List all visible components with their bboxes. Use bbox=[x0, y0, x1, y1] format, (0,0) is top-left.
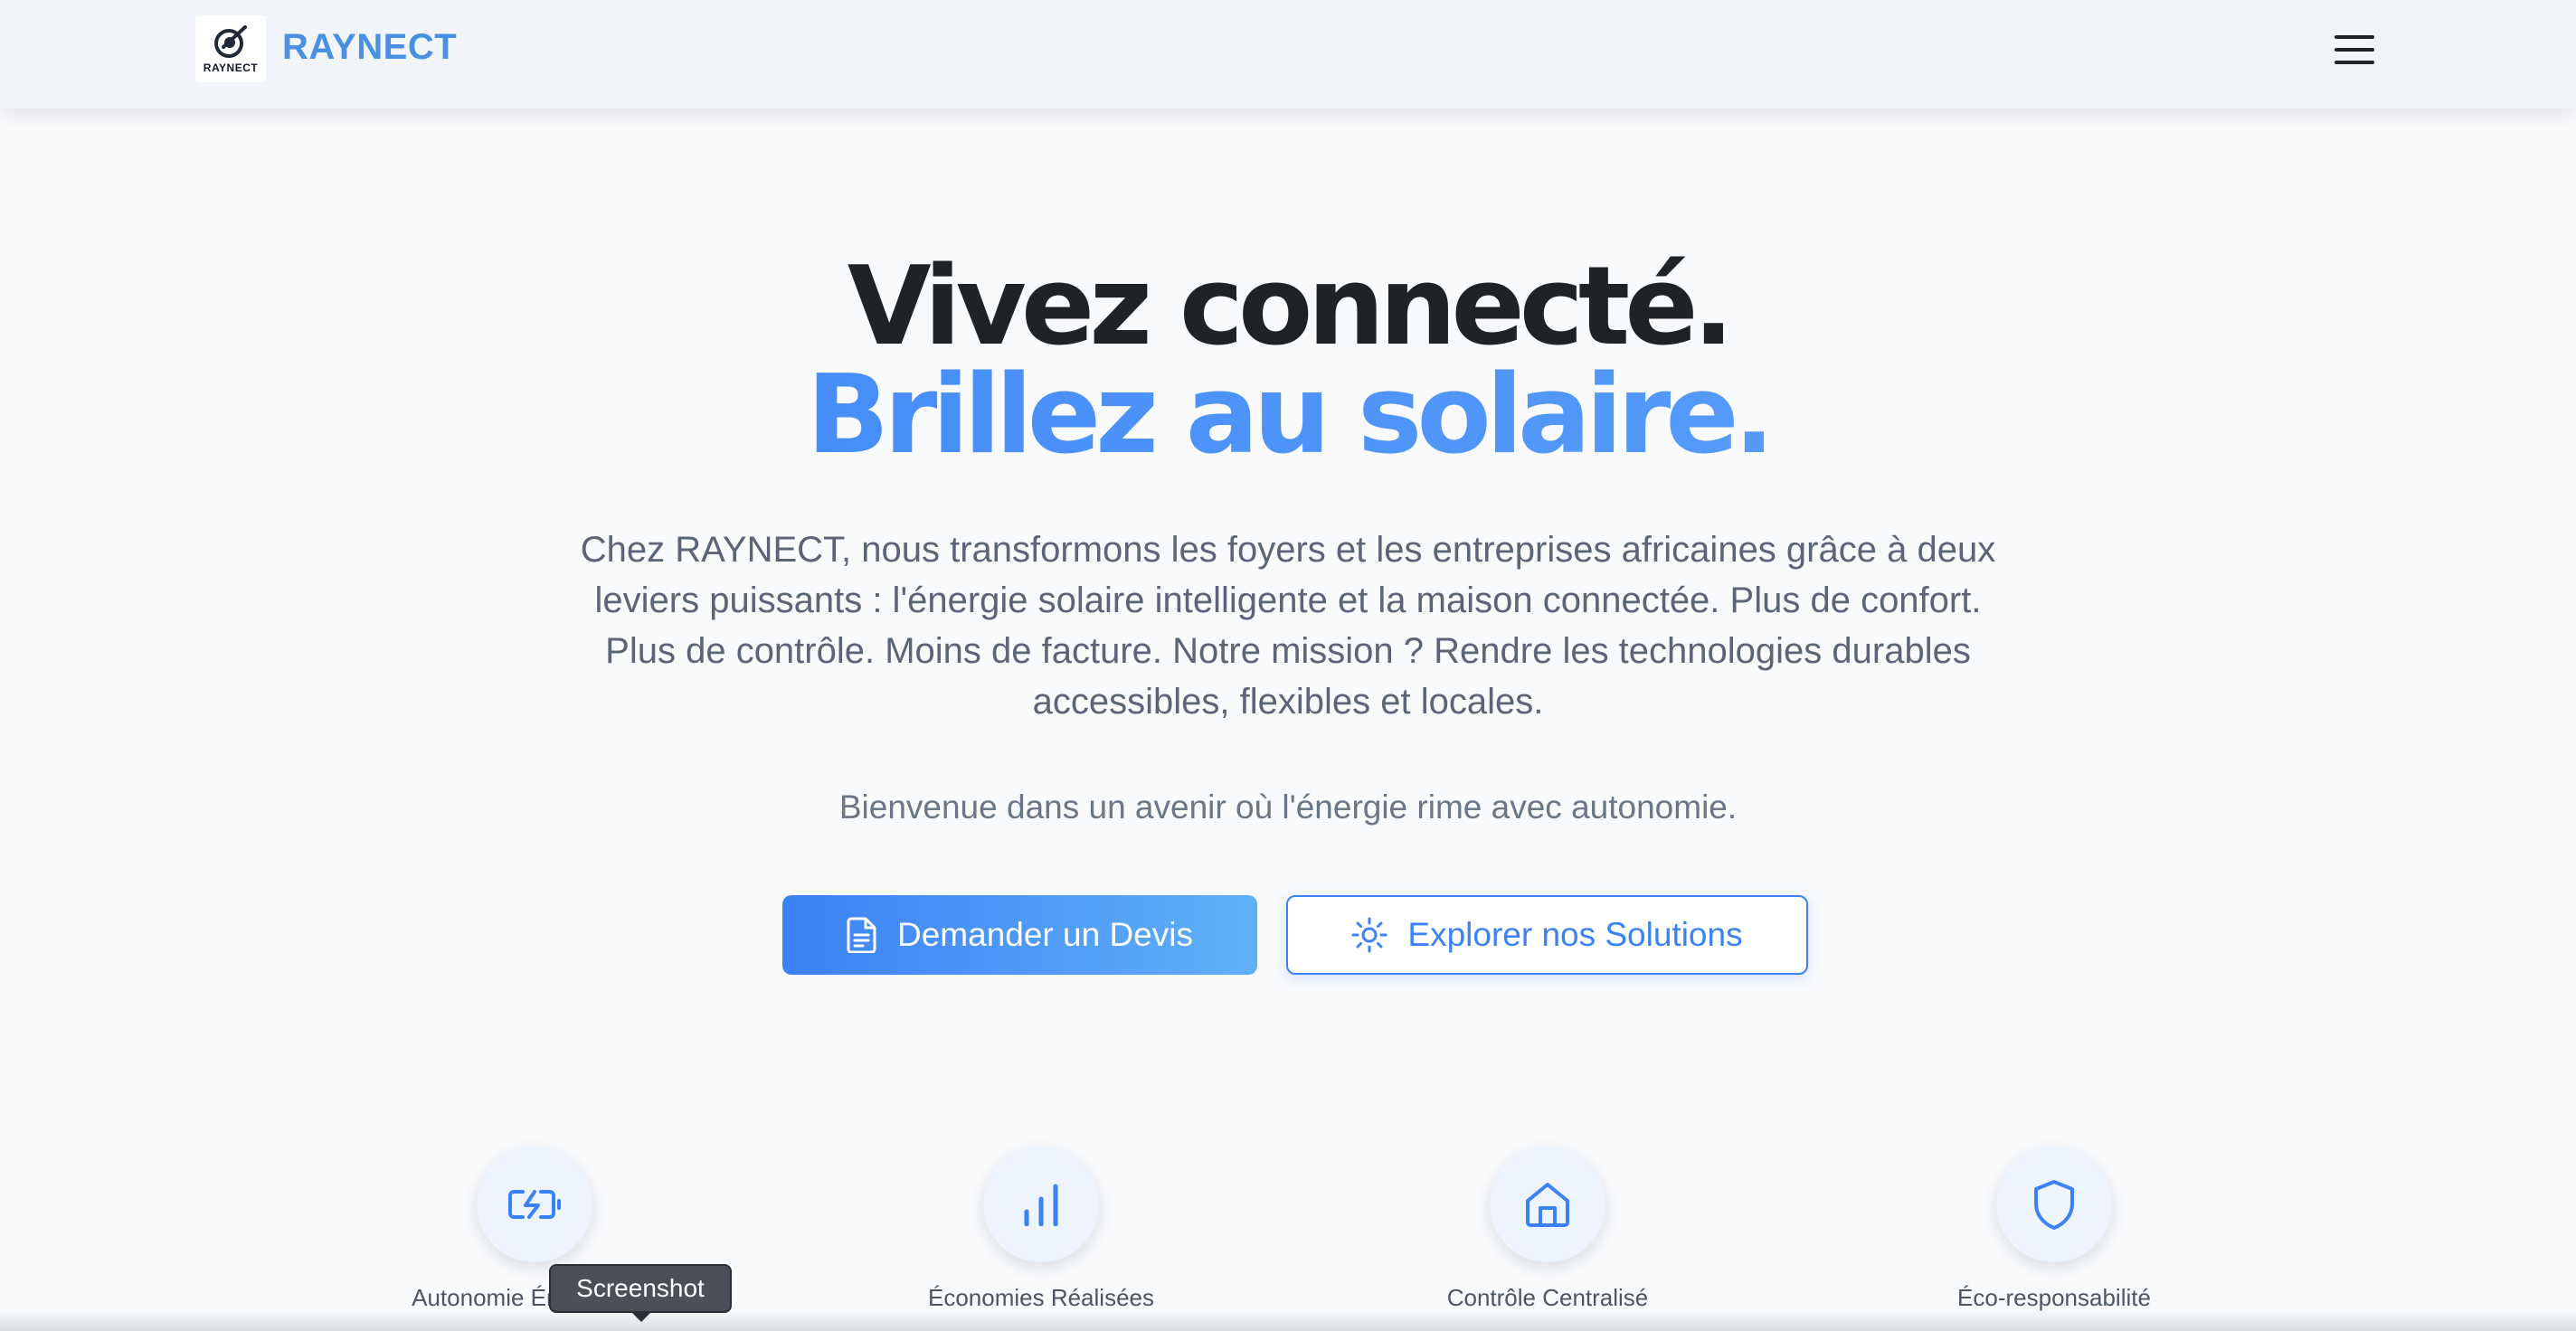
hero-title-line2: Brillez au solaire. bbox=[0, 362, 2576, 470]
hero-title-line1: Vivez connecté. bbox=[847, 244, 1734, 370]
explore-solutions-button[interactable]: Explorer nos Solutions bbox=[1286, 895, 1808, 975]
request-quote-button[interactable]: Demander un Devis bbox=[782, 895, 1257, 975]
shield-icon bbox=[2034, 1180, 2074, 1230]
explore-solutions-label: Explorer nos Solutions bbox=[1407, 916, 1743, 953]
hero-tagline: Bienvenue dans un avenir où l'énergie ri… bbox=[838, 788, 1738, 826]
screenshot-tooltip: Screenshot bbox=[549, 1264, 732, 1322]
sun-icon bbox=[1351, 917, 1387, 953]
feature-icon-circle bbox=[477, 1147, 592, 1262]
logo[interactable]: RAYNECT bbox=[195, 15, 266, 82]
hero-description: Chez RAYNECT, nous transformons les foye… bbox=[580, 530, 1996, 722]
home-icon bbox=[1526, 1183, 1569, 1227]
request-quote-label: Demander un Devis bbox=[897, 916, 1193, 953]
bottom-edge-shadow bbox=[0, 1309, 2576, 1331]
feature-eco-responsibility: Éco-responsabilité bbox=[1873, 1147, 2235, 1312]
hamburger-menu-icon bbox=[2334, 35, 2374, 64]
menu-button[interactable] bbox=[2332, 27, 2377, 72]
battery-charging-icon bbox=[508, 1190, 561, 1219]
bar-chart-icon bbox=[1024, 1184, 1058, 1226]
feature-savings: Économies Réalisées bbox=[860, 1147, 1222, 1312]
feature-icon-circle bbox=[1996, 1147, 2112, 1262]
feature-label: Économies Réalisées bbox=[927, 1284, 1154, 1311]
site-header: RAYNECT RAYNECT bbox=[0, 0, 2576, 109]
document-icon bbox=[847, 917, 876, 953]
feature-central-control: Contrôle Centralisé bbox=[1367, 1147, 1728, 1312]
feature-icon-circle bbox=[983, 1147, 1099, 1262]
logo-icon bbox=[214, 25, 247, 58]
feature-label: Éco-responsabilité bbox=[1957, 1284, 2151, 1311]
feature-label: Contrôle Centralisé bbox=[1446, 1284, 1649, 1311]
logo-text: RAYNECT bbox=[203, 61, 259, 74]
brand-name[interactable]: RAYNECT bbox=[282, 27, 457, 68]
feature-icon-circle bbox=[1490, 1147, 1605, 1262]
